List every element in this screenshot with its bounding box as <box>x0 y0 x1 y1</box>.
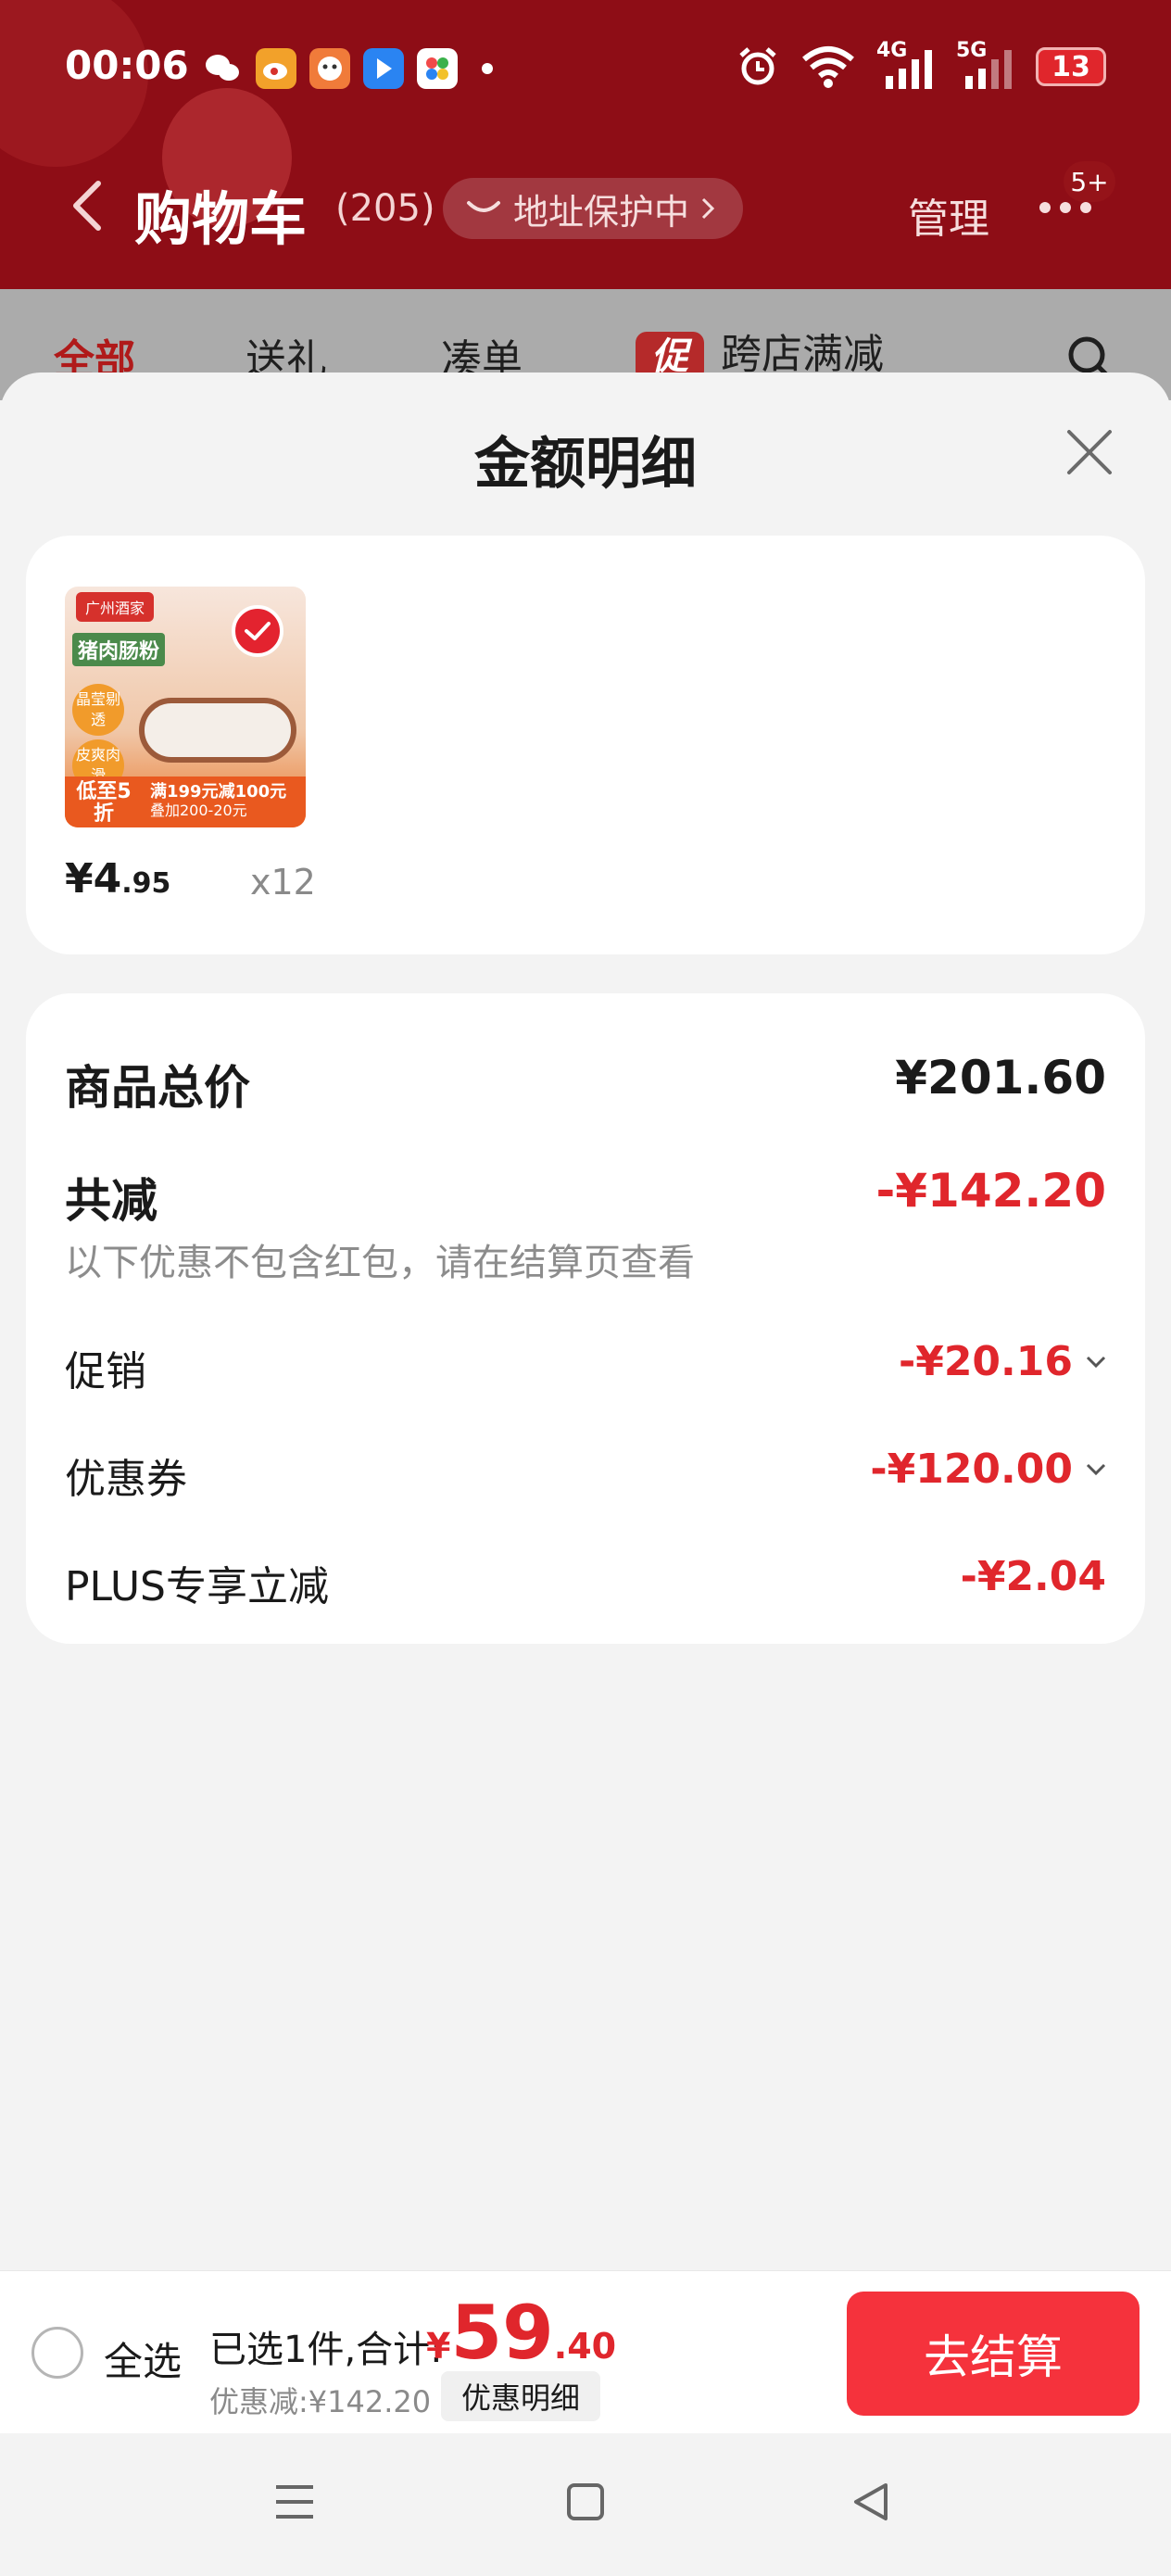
status-time: 00:06 <box>65 43 189 88</box>
back-icon[interactable] <box>65 178 111 234</box>
status-bar: 00:06 4G 5G 13 <box>0 37 1171 102</box>
wechat-icon <box>202 48 243 89</box>
product-brand: 广州酒家 <box>76 592 155 622</box>
more-notifications-dot <box>482 63 493 74</box>
total-value: ¥201.60 <box>895 1051 1106 1105</box>
coupon-label: 优惠券 <box>65 1456 187 1503</box>
total-integer: 59 <box>450 2290 554 2376</box>
shield-smile-icon <box>467 201 500 212</box>
product-quantity: x12 <box>250 862 316 903</box>
address-protection-label: 地址保护中 <box>513 191 690 233</box>
notification-icons <box>202 48 493 89</box>
coupon-value: -¥120.00 <box>870 1446 1073 1493</box>
promotion-label: 促销 <box>65 1348 146 1395</box>
product-stamp: 晶莹剔透 <box>72 684 124 736</box>
total-label: 商品总价 <box>65 1061 250 1115</box>
battery-indicator: 13 <box>1036 47 1106 86</box>
product-photo <box>139 698 296 763</box>
weibo-icon <box>256 48 296 89</box>
menu-icon[interactable] <box>272 2480 317 2524</box>
cart-count: (205) <box>335 187 435 230</box>
product-promo: 满199元减100元 叠加200-20元 <box>150 783 286 820</box>
promotion-value: -¥20.16 <box>898 1338 1073 1385</box>
alarm-icon <box>739 47 776 85</box>
product-promo-line1: 满199元减100元 <box>150 782 287 802</box>
reduce-value: -¥142.20 <box>875 1164 1107 1218</box>
more-icon[interactable] <box>1039 202 1091 213</box>
plus-discount-label: PLUS专享立减 <box>65 1563 329 1610</box>
product-card: 广州酒家 猪肉肠粉 晶莹剔透 皮爽肉滑 低至5折 满199元减100元 叠加20… <box>26 536 1145 954</box>
close-icon[interactable] <box>1064 426 1115 478</box>
product-promo-line2: 叠加200-20元 <box>150 802 247 819</box>
select-all-radio[interactable] <box>31 2327 83 2379</box>
discount-note: 以下优惠不包含红包，请在结算页查看 <box>65 1242 695 1284</box>
price-summary-card: 商品总价 ¥201.60 共减 -¥142.20 以下优惠不包含红包，请在结算页… <box>26 993 1145 1644</box>
taobao-icon <box>309 48 350 89</box>
back-triangle-icon[interactable] <box>849 2480 893 2524</box>
selected-summary: 已选1件,合计: <box>209 2329 443 2371</box>
product-image[interactable]: 广州酒家 猪肉肠粉 晶莹剔透 皮爽肉滑 低至5折 满199元减100元 叠加20… <box>65 587 306 827</box>
tab-cross-store-label: 跨店满减 <box>721 331 884 378</box>
home-icon[interactable] <box>563 2480 608 2524</box>
sheet-title: 金额明细 <box>474 432 697 497</box>
message-badge: 5+ <box>1064 161 1115 202</box>
plus-discount-value: -¥2.04 <box>960 1553 1106 1600</box>
manage-button[interactable]: 管理 <box>908 185 989 245</box>
product-price: ¥4.95 <box>65 855 170 903</box>
page-title: 购物车 <box>134 185 308 253</box>
chevron-down-icon <box>1086 1356 1106 1368</box>
wifi-icon <box>802 46 854 88</box>
top-header: 00:06 4G 5G 13 购物车 (205) 地址保护中 管理 5+ <box>0 0 1171 289</box>
select-all-label[interactable]: 全选 <box>104 2330 182 2387</box>
total-currency: ¥ <box>426 2326 451 2367</box>
discount-detail-button[interactable]: 优惠明细 <box>441 2371 601 2421</box>
checkout-button[interactable]: 去结算 <box>847 2292 1140 2416</box>
chevron-down-icon <box>1086 1463 1106 1475</box>
system-nav-bar <box>0 2433 1171 2576</box>
price-main: ¥4 <box>65 855 122 903</box>
check-icon <box>232 605 283 657</box>
app-launcher-icon <box>417 48 458 89</box>
address-protection-pill[interactable]: 地址保护中 <box>443 178 744 239</box>
total-decimal: .40 <box>553 2326 617 2367</box>
chevron-right-icon <box>701 197 715 220</box>
signal-4g-icon: 4G <box>876 39 936 89</box>
alipay-icon <box>363 48 404 89</box>
cart-nav-bar: 购物车 (205) 地址保护中 管理 5+ <box>0 161 1171 253</box>
price-decimal: .95 <box>121 867 171 900</box>
signal-5g-icon: 5G <box>956 39 1015 89</box>
product-label: 猪肉肠粉 <box>72 633 166 666</box>
saved-amount: 优惠减:¥142.20 <box>209 2384 432 2419</box>
total-amount: ¥59.40 <box>426 2290 616 2376</box>
checkout-bar: 全选 已选1件,合计: ¥59.40 优惠减:¥142.20 优惠明细 去结算 <box>0 2270 1171 2433</box>
status-right: 4G 5G 13 <box>736 39 1106 89</box>
amount-detail-sheet: 金额明细 广州酒家 猪肉肠粉 晶莹剔透 皮爽肉滑 低至5折 满199元减100元… <box>0 373 1171 2270</box>
reduce-label: 共减 <box>65 1174 157 1228</box>
product-discount: 低至5折 <box>76 780 132 826</box>
